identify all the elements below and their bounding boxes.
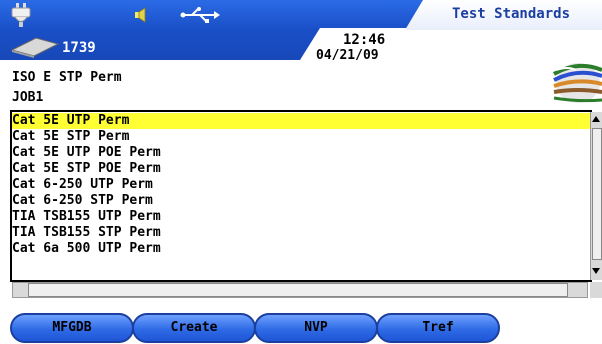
scroll-down-arrow-icon[interactable] bbox=[591, 264, 601, 278]
list-item[interactable]: TIA TSB155 UTP Perm bbox=[12, 209, 590, 225]
list-item[interactable]: TIA TSB155 STP Perm bbox=[12, 225, 590, 241]
scroll-up-arrow-icon[interactable] bbox=[591, 112, 601, 126]
list-item[interactable]: Cat 5E STP POE Perm bbox=[12, 161, 590, 177]
list-item[interactable]: Cat 6a 500 UTP Perm bbox=[12, 241, 590, 257]
list-item[interactable]: Cat 6-250 STP Perm bbox=[12, 193, 590, 209]
scrollbar-corner bbox=[590, 282, 602, 298]
plug-icon bbox=[11, 3, 31, 27]
list-item[interactable]: Cat 5E UTP POE Perm bbox=[12, 145, 590, 161]
vertical-scroll-thumb[interactable] bbox=[592, 128, 602, 260]
remote-handset-icon bbox=[10, 37, 60, 58]
remote-id: 1739 bbox=[62, 40, 96, 56]
nvp-button[interactable]: NVP bbox=[254, 313, 378, 343]
info-area bbox=[0, 60, 602, 110]
speaker-icon bbox=[135, 7, 146, 23]
tref-button[interactable]: Tref bbox=[376, 313, 500, 343]
page-title: Test Standards bbox=[452, 6, 571, 22]
list-item[interactable]: Cat 5E UTP Perm bbox=[12, 113, 590, 129]
clock-time: 12:46 bbox=[343, 32, 386, 48]
list-item[interactable]: Cat 5E STP Perm bbox=[12, 129, 590, 145]
list-item[interactable]: Cat 6-250 UTP Perm bbox=[12, 177, 590, 193]
usb-icon bbox=[180, 7, 220, 23]
cable-bundle-icon bbox=[552, 63, 602, 103]
create-button[interactable]: Create bbox=[132, 313, 256, 343]
job-name-label: JOB1 bbox=[12, 90, 44, 105]
mfgdb-button[interactable]: MFGDB bbox=[10, 313, 134, 343]
horizontal-scroll-thumb[interactable] bbox=[28, 283, 568, 297]
selected-standard-label: ISO E STP Perm bbox=[12, 70, 122, 85]
